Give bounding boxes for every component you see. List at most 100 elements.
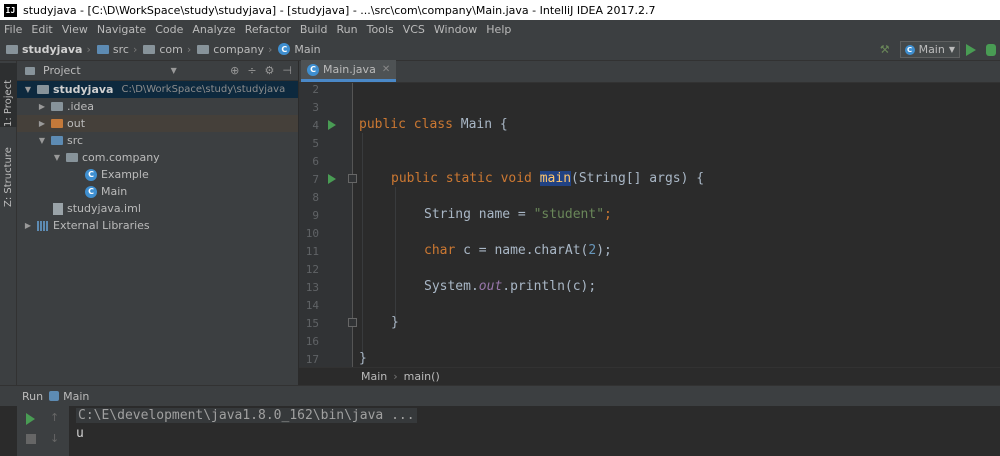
menu-help[interactable]: Help <box>486 23 511 36</box>
excluded-folder-icon <box>51 119 63 128</box>
run-panel-header: Run Main <box>0 386 1000 406</box>
tree-node-idea[interactable]: ▶ .idea <box>17 98 298 115</box>
expanded-arrow-icon[interactable]: ▼ <box>37 136 47 145</box>
java-class-icon: C <box>85 185 97 198</box>
source-folder-icon <box>51 136 63 145</box>
tree-node-main[interactable]: C Main <box>17 183 298 200</box>
line-number: 7 <box>312 173 319 186</box>
code-area[interactable]: public class Main { public static void m… <box>359 83 1000 367</box>
tree-node-project-root[interactable]: ▼ studyjava C:\D\WorkSpace\study\studyja… <box>17 81 298 98</box>
indent-guide <box>362 133 363 353</box>
code-token: .println(c); <box>502 279 597 294</box>
fold-marker-icon[interactable] <box>348 318 357 327</box>
code-token: System. <box>424 279 479 294</box>
code-line-4: public class Main { <box>359 117 508 132</box>
menu-window[interactable]: Window <box>434 23 477 36</box>
chevron-down-icon[interactable]: ▼ <box>171 66 177 75</box>
expanded-arrow-icon[interactable]: ▼ <box>52 153 62 162</box>
breadcrumb-class[interactable]: Main <box>361 370 387 383</box>
nav-crumb-project[interactable]: studyjava › <box>6 43 93 56</box>
project-view-icon <box>25 66 35 75</box>
menu-navigate[interactable]: Navigate <box>97 23 146 36</box>
chevron-down-icon: ▼ <box>948 45 955 54</box>
arrow-up-icon[interactable]: ↑ <box>50 411 59 424</box>
run-configuration-select[interactable]: C Main ▼ <box>899 41 960 58</box>
line-number: 11 <box>305 245 319 258</box>
run-tab-main[interactable]: Main <box>63 390 89 403</box>
library-icon <box>37 220 49 231</box>
menu-vcs[interactable]: VCS <box>403 23 425 36</box>
run-panel-title: Run <box>22 389 44 403</box>
line-number: 15 <box>305 317 319 330</box>
run-tab-icon <box>49 391 60 401</box>
method-name-token: main <box>539 171 572 186</box>
menu-file[interactable]: File <box>4 23 22 36</box>
nav-crumb-main[interactable]: C Main <box>278 43 321 56</box>
tree-node-label: out <box>67 117 86 130</box>
keyword-token: public static void <box>391 171 532 186</box>
string-token: "student" <box>533 207 605 222</box>
tree-node-iml[interactable]: studyjava.iml <box>17 200 298 217</box>
nav-crumb-com[interactable]: com › <box>143 43 193 56</box>
nav-crumb-company[interactable]: company › <box>197 43 274 56</box>
arrow-down-icon[interactable]: ↓ <box>50 432 59 445</box>
console-command-line: C:\E\development\java1.8.0_162\bin\java … <box>76 408 417 423</box>
editor-gutter: 2 3 4 5 6 7 8 9 10 11 12 13 14 15 16 17 <box>299 83 357 367</box>
menu-view[interactable]: View <box>62 23 88 36</box>
collapsed-arrow-icon[interactable]: ▶ <box>23 221 33 230</box>
tab-structure[interactable]: Z: Structure <box>0 137 17 207</box>
java-class-icon: C <box>85 168 97 181</box>
run-gutter-icon[interactable] <box>328 174 336 184</box>
locate-icon[interactable]: ⊕ <box>230 64 239 77</box>
close-icon[interactable]: ✕ <box>382 64 390 75</box>
run-icon[interactable] <box>966 43 976 56</box>
menu-refactor[interactable]: Refactor <box>245 23 291 36</box>
build-icon[interactable]: ⚒ <box>880 43 890 56</box>
tree-node-package[interactable]: ▼ com.company <box>17 149 298 166</box>
intellij-logo-icon: IJ <box>4 3 17 17</box>
tab-project[interactable]: 1: Project <box>0 63 17 127</box>
menu-tools[interactable]: Tools <box>367 23 394 36</box>
hide-icon[interactable]: ⊣ <box>282 64 292 77</box>
stop-icon[interactable] <box>26 434 36 444</box>
line-number: 3 <box>312 101 319 114</box>
debug-icon[interactable] <box>986 43 996 56</box>
run-gutter-icon[interactable] <box>328 120 336 130</box>
collapsed-arrow-icon[interactable]: ▶ <box>37 119 47 128</box>
line-number: 6 <box>312 155 319 168</box>
tree-node-src[interactable]: ▼ src <box>17 132 298 149</box>
settings-gear-icon[interactable]: ⚙ <box>265 64 275 77</box>
code-token: String name = <box>424 207 534 222</box>
breadcrumb-method[interactable]: main() <box>404 370 440 383</box>
tree-node-out[interactable]: ▶ out <box>17 115 298 132</box>
rerun-icon[interactable] <box>26 413 35 425</box>
menu-analyze[interactable]: Analyze <box>192 23 235 36</box>
project-panel-title[interactable]: Project <box>43 64 81 77</box>
menu-run[interactable]: Run <box>337 23 358 36</box>
navigation-bar: studyjava › src › com › company › C Main… <box>0 38 1000 61</box>
indent-guide <box>395 187 396 317</box>
collapse-all-icon[interactable]: ÷ <box>247 64 256 77</box>
tree-node-label: studyjava.iml <box>67 202 141 215</box>
menu-code[interactable]: Code <box>155 23 183 36</box>
menu-build[interactable]: Build <box>300 23 328 36</box>
code-line-15: } <box>391 315 399 330</box>
window-title: studyjava - [C:\D\WorkSpace\study\studyj… <box>23 3 656 17</box>
code-token: c = name.charAt( <box>455 243 589 258</box>
menu-edit[interactable]: Edit <box>31 23 52 36</box>
tree-node-label: src <box>67 134 84 147</box>
package-icon <box>66 153 78 162</box>
editor-tab-main-java[interactable]: C Main.java ✕ <box>301 60 397 82</box>
tab-structure-label: Z: Structure <box>3 147 14 207</box>
code-line-11: char c = name.charAt(2); <box>424 243 612 258</box>
nav-crumb-label: com <box>159 42 183 56</box>
tree-node-external-libraries[interactable]: ▶ External Libraries <box>17 217 298 234</box>
editor-tab-label: Main.java <box>323 63 376 76</box>
tree-node-example[interactable]: C Example <box>17 166 298 183</box>
code-token: ; <box>604 207 612 222</box>
collapsed-arrow-icon[interactable]: ▶ <box>37 102 47 111</box>
expanded-arrow-icon[interactable]: ▼ <box>23 85 33 94</box>
console-output[interactable]: C:\E\development\java1.8.0_162\bin\java … <box>76 406 1000 456</box>
fold-marker-icon[interactable] <box>348 174 357 183</box>
nav-crumb-src[interactable]: src › <box>96 43 139 56</box>
